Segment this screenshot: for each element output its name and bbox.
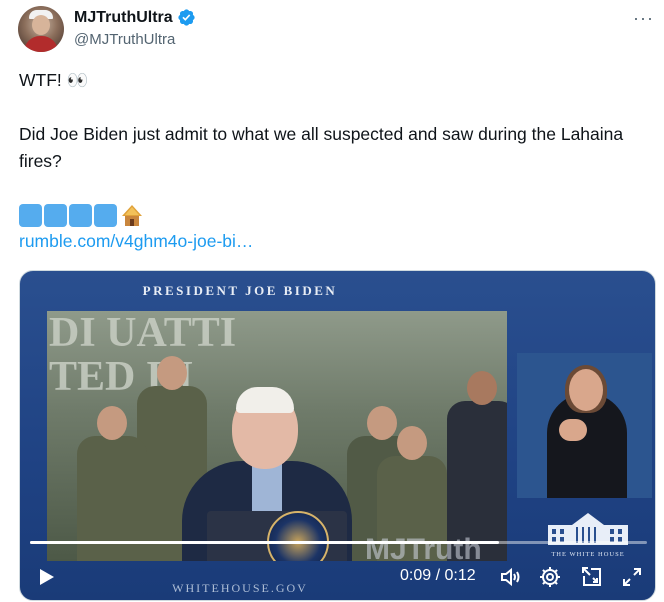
blue-square-icon: [19, 204, 42, 227]
wall-text: DI UATTI TED IN: [49, 311, 237, 400]
tweet-text-line1: WTF! 👀: [19, 70, 89, 90]
current-time: 0:09: [400, 567, 432, 584]
verified-badge-icon: [178, 9, 195, 26]
hut-icon: [122, 205, 142, 226]
popout-icon[interactable]: [580, 565, 604, 589]
tweet-text-body: Did Joe Biden just admit to what we all …: [19, 124, 624, 171]
emoji-row: [19, 203, 144, 227]
tweet-header: MJTruthUltra @MJTruthUltra ···: [18, 6, 658, 56]
time-separator: /: [435, 567, 441, 584]
handle[interactable]: @MJTruthUltra: [74, 31, 175, 48]
video-scene: DI UATTI TED IN: [47, 311, 507, 561]
blue-square-icon: [94, 204, 117, 227]
video-player[interactable]: PRESIDENT JOE BIDEN DI UATTI TED IN MJTr…: [19, 270, 656, 601]
fullscreen-icon[interactable]: [620, 565, 644, 589]
progress-fill: [30, 541, 499, 544]
rumble-link[interactable]: rumble.com/v4ghm4o-joe-bi…: [19, 228, 253, 255]
sign-interpreter: [517, 353, 652, 498]
avatar[interactable]: [18, 6, 64, 52]
volume-icon[interactable]: [498, 565, 522, 589]
name-row: MJTruthUltra: [74, 8, 196, 27]
blue-square-icon: [44, 204, 67, 227]
duration: 0:12: [444, 567, 476, 584]
video-footer-url: WHITEHOUSE.GOV: [172, 581, 308, 595]
display-name[interactable]: MJTruthUltra: [74, 9, 173, 27]
blue-square-icon: [69, 204, 92, 227]
video-title: PRESIDENT JOE BIDEN: [142, 283, 338, 298]
video-time: 0:09 / 0:12: [400, 567, 476, 585]
more-options-icon[interactable]: ···: [633, 8, 654, 29]
progress-bar[interactable]: [30, 541, 647, 544]
settings-gear-icon[interactable]: [538, 565, 562, 589]
play-icon[interactable]: [36, 567, 56, 587]
watermark: MJTruth: [365, 533, 482, 566]
white-house-label: THE WHITE HOUSE: [551, 551, 625, 558]
